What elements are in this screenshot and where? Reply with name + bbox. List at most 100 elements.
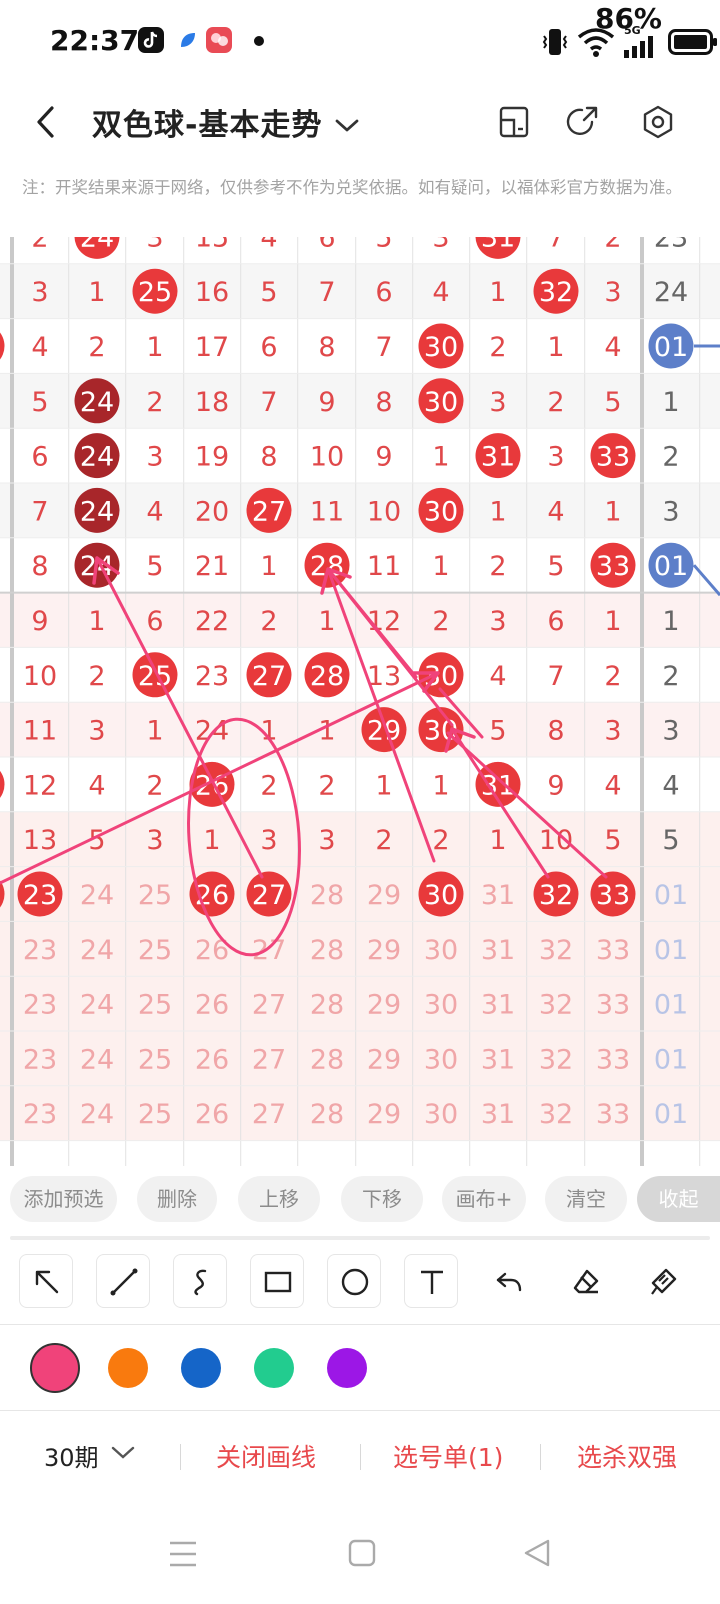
menu-icon[interactable] — [168, 1540, 198, 1568]
layout-button[interactable] — [494, 102, 534, 142]
color-swatch[interactable] — [254, 1348, 294, 1388]
ball-number[interactable]: 31 — [481, 237, 515, 253]
settings-icon — [643, 105, 673, 139]
ball-number[interactable]: 31 — [481, 770, 515, 801]
grid-cell: 25 — [138, 935, 172, 966]
grid-cell: 2 — [375, 825, 392, 856]
rectangle-tool-icon — [264, 1271, 292, 1293]
grid-cell: 22 — [195, 606, 229, 637]
ball-number[interactable]: 33 — [596, 880, 630, 911]
grid-cell: 01 — [654, 880, 688, 911]
grid-cell: 10 — [310, 442, 344, 473]
ball-number[interactable]: 33 — [596, 551, 630, 582]
collapse-button[interactable]: 收起 — [637, 1176, 720, 1222]
ball-number[interactable]: 24 — [80, 496, 114, 527]
grid-cell: 4 — [260, 237, 277, 253]
grid-cell: 3 — [146, 825, 163, 856]
period-selector[interactable]: 30期 — [44, 1438, 99, 1473]
pick-list-button[interactable]: 选号单(1) — [393, 1438, 503, 1474]
ball-number[interactable]: 30 — [424, 880, 458, 911]
canvas-add-button[interactable]: 画布+ — [442, 1176, 526, 1222]
grid-cell: 24 — [195, 716, 229, 747]
ball-number[interactable]: 32 — [539, 880, 573, 911]
color-swatch[interactable] — [108, 1348, 148, 1388]
delete-button[interactable]: 删除 — [137, 1176, 217, 1222]
freehand-tool-button[interactable] — [173, 1254, 227, 1308]
chevron-down-icon[interactable] — [110, 1444, 136, 1462]
undo-button[interactable] — [481, 1254, 535, 1308]
text-tool-icon — [421, 1270, 443, 1294]
grid-cell: 29 — [367, 935, 401, 966]
text-tool-button[interactable] — [404, 1254, 458, 1308]
move-up-button[interactable]: 上移 — [238, 1176, 320, 1222]
ball-number[interactable]: 31 — [481, 442, 515, 473]
close-lines-button[interactable]: 关闭画线 — [216, 1438, 316, 1474]
back-triangle-icon[interactable] — [522, 1538, 552, 1568]
back-button[interactable] — [24, 100, 68, 144]
trend-grid[interactable]: 2 24 3 15 4 6 5 3 31 7 2 233 1 25 16 5 7 6 4 1 32 3 244 2 1 17 6 8 7… — [0, 237, 720, 1166]
grid-cell: 3 — [260, 825, 277, 856]
ball-number[interactable]: 30 — [424, 496, 458, 527]
home-icon[interactable] — [347, 1538, 377, 1568]
color-swatch[interactable] — [30, 1343, 80, 1393]
grid-cell: 1 — [146, 332, 163, 363]
grid-cell: 6 — [31, 442, 48, 473]
ball-number[interactable]: 28 — [310, 661, 344, 692]
settings-button[interactable] — [638, 102, 678, 142]
drawing-toolbar — [0, 1248, 720, 1324]
trend-chart[interactable]: 2 24 3 15 4 6 5 3 31 7 2 23 3 1 25 16 5 7 6 4 1 32 3 24 4 2 1 17 6 8 7… — [0, 237, 720, 1166]
ball-number[interactable]: 24 — [80, 237, 114, 253]
share-icon — [566, 106, 598, 136]
ball-number[interactable]: 24 — [80, 387, 114, 418]
ball-number[interactable]: 25 — [138, 661, 172, 692]
ball-number[interactable]: 33 — [596, 442, 630, 473]
page-title[interactable]: 双色球-基本走势 — [92, 100, 322, 144]
ball-number[interactable]: 32 — [539, 277, 573, 308]
preselect-actions: 添加预选 删除 上移 下移 画布+ 清空 收起 — [0, 1166, 720, 1236]
ball-number[interactable]: 30 — [424, 387, 458, 418]
circle-tool-button[interactable] — [327, 1254, 381, 1308]
ball-number[interactable]: 23 — [23, 880, 57, 911]
move-down-button[interactable]: 下移 — [341, 1176, 423, 1222]
grid-cell: 5 — [604, 387, 621, 418]
share-button[interactable] — [562, 102, 602, 142]
grid-cell: 8 — [375, 387, 392, 418]
disclaimer-notice: 注：开奖结果来源于网络，仅供参考不作为兑奖依据。如有疑问，以福体彩官方数据为准。 — [22, 178, 682, 197]
color-swatch[interactable] — [181, 1348, 221, 1388]
grid-cell: 23 — [654, 237, 688, 253]
pick-strong-button[interactable]: 选杀双强 — [577, 1438, 677, 1474]
grid-cell: 2 — [662, 661, 679, 692]
ball-number[interactable]: 01 — [654, 332, 688, 363]
grid-cell: 31 — [481, 1044, 515, 1075]
clear-button[interactable]: 清空 — [545, 1176, 627, 1222]
grid-cell: 18 — [195, 387, 229, 418]
ball-number[interactable]: 01 — [654, 551, 688, 582]
grid-cell: 2 — [432, 606, 449, 637]
line-tool-button[interactable] — [96, 1254, 150, 1308]
grid-cell: 10 — [367, 496, 401, 527]
grid-cell: 32 — [539, 935, 573, 966]
title-dropdown[interactable] — [332, 110, 362, 140]
ball-number[interactable]: 25 — [138, 277, 172, 308]
clear-brush-button[interactable] — [635, 1254, 689, 1308]
rectangle-tool-button[interactable] — [250, 1254, 304, 1308]
ball-number[interactable]: 27 — [252, 880, 286, 911]
grid-cell: 23 — [23, 1044, 57, 1075]
grid-cell: 1 — [88, 277, 105, 308]
eraser-button[interactable] — [558, 1254, 612, 1308]
grid-cell: 1 — [260, 551, 277, 582]
grid-cell: 4 — [88, 770, 105, 801]
grid-cell: 26 — [195, 1044, 229, 1075]
divider — [180, 1444, 181, 1470]
ball-number[interactable]: 24 — [80, 442, 114, 473]
ball-number[interactable]: 27 — [252, 496, 286, 527]
add-preselect-button[interactable]: 添加预选 — [10, 1176, 117, 1222]
grid-cell: 3 — [489, 606, 506, 637]
ball-number[interactable]: 27 — [252, 661, 286, 692]
grid-cell: 2 — [489, 551, 506, 582]
grid-cell: 27 — [252, 935, 286, 966]
color-swatch[interactable] — [327, 1348, 367, 1388]
arrow-tool-button[interactable] — [19, 1254, 73, 1308]
ball-number[interactable]: 30 — [424, 332, 458, 363]
grid-cell: 11 — [23, 716, 57, 747]
